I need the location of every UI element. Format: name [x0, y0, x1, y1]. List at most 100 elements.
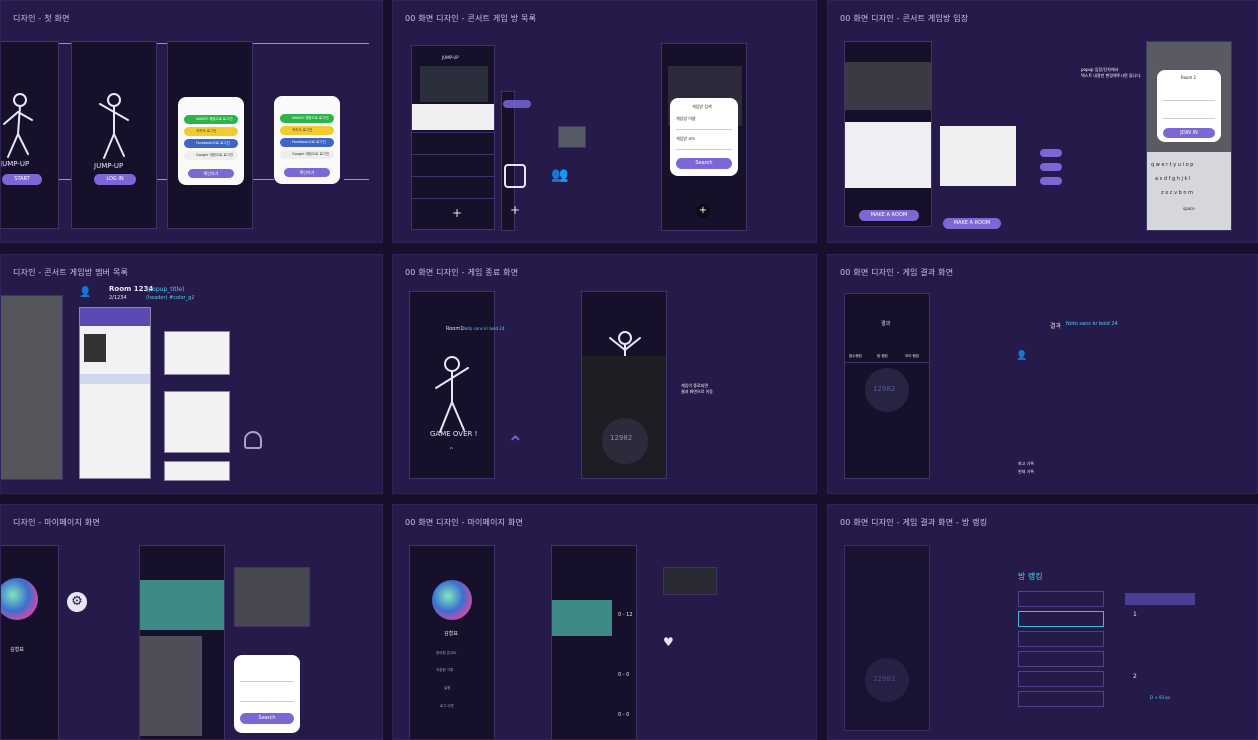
board-title: 디자인 - 첫 화면: [13, 14, 70, 23]
fab-add-icon[interactable]: +: [696, 204, 710, 218]
phone-member-dim: [1, 295, 63, 480]
font-note: Noto sans kr bold 24: [1066, 321, 1118, 327]
phone-saved-records: [139, 545, 225, 739]
user-name: 김형표: [444, 631, 458, 637]
code-input[interactable]: [1163, 112, 1215, 119]
avatar[interactable]: [432, 580, 472, 620]
tab-team-rank[interactable]: 팀 랭킹: [877, 354, 888, 359]
board-game-result: 00 화면 디자인 - 게임 결과 화면 결과 점수랭킹 팀 랭킹 모아 랭킹 …: [827, 254, 1258, 494]
board-title: 00 화면 디자인 - 마이페이지 화면: [405, 518, 524, 527]
heart-icon[interactable]: ♥: [663, 635, 674, 649]
input-2[interactable]: [240, 695, 294, 702]
make-room-button[interactable]: MAKE A ROOM: [859, 210, 919, 221]
tab-score-rank[interactable]: 점수랭킹: [849, 354, 862, 359]
menu-settings[interactable]: 설정: [444, 686, 450, 691]
kakao-login-button[interactable]: 카카오 로그인: [280, 126, 334, 135]
phone-mypage: 김형표: [1, 545, 59, 739]
phone-search-popup: 게임방 검색 게임방 이름 게임방 코드 Search +: [661, 43, 747, 231]
ranking-list: [1018, 589, 1104, 709]
room-code-label: 게임방 코드: [676, 136, 696, 141]
board-mypage-2: 00 화면 디자인 - 마이페이지 화면 김형표 참여한 콘서트 저장한 기록 …: [392, 504, 817, 740]
ranking-title: 방 랭킹: [1018, 572, 1043, 581]
room-code-input[interactable]: [676, 143, 732, 150]
room-input[interactable]: [1163, 94, 1215, 101]
group-icon[interactable]: 👥: [551, 167, 568, 183]
join-button[interactable]: JOIN IN: [1163, 128, 1215, 138]
toggle-switch[interactable]: [1040, 163, 1062, 171]
board-title: 디자인 - 마이페이지 화면: [13, 518, 100, 527]
board-members: 디자인 - 콘서트 게임방 멤버 목록 👤 Room 1234 (popup_t…: [0, 254, 383, 494]
phone-room-list: JUMP-UP +: [411, 45, 495, 230]
menu-logout[interactable]: 로그 아웃: [440, 704, 454, 709]
board-title: 00 화면 디자인 - 게임 종료 화면: [405, 268, 519, 277]
naver-login-button[interactable]: NAVER 계정으로 로그인: [184, 115, 238, 124]
google-login-button[interactable]: Google 계정으로 로그인: [184, 151, 238, 160]
menu-records[interactable]: 저장한 기록: [436, 668, 453, 673]
login-button[interactable]: LOG IN: [94, 174, 136, 185]
tab-moa-rank[interactable]: 모아 랭킹: [905, 354, 919, 359]
keyboard-row-2[interactable]: a s d f g h j k l: [1155, 176, 1190, 182]
google-login-button[interactable]: Google 계정으로 로그인: [280, 150, 334, 159]
toggle-switch[interactable]: [1040, 149, 1062, 157]
facebook-login-button[interactable]: Facebook으로 로그인: [184, 139, 238, 148]
input-1[interactable]: [240, 675, 294, 682]
chevron-up-icon-large[interactable]: ⌃: [507, 431, 524, 455]
room-label: Room1: [446, 326, 464, 332]
phone-game-result-preview: 12982: [581, 291, 667, 479]
login-card: NAVER 계정으로 로그인 카카오 로그인 Facebook으로 로그인 Go…: [274, 96, 340, 184]
confirm-button[interactable]: 확인하기: [188, 169, 234, 178]
search-button[interactable]: Search: [240, 713, 294, 724]
avatar[interactable]: [1, 578, 38, 620]
phone-mypage-2: 김형표 참여한 콘서트 저장한 기록 설정 로그 아웃: [409, 545, 495, 739]
start-button[interactable]: START: [2, 174, 42, 185]
keyboard-row-3[interactable]: z x c v b n m: [1161, 190, 1193, 196]
space-key[interactable]: space: [1183, 206, 1195, 211]
font-note: Noto sans kr bold 24: [463, 326, 505, 331]
header-title: JUMP-UP: [442, 55, 459, 60]
member-card-3: [164, 461, 230, 481]
board-title: 00 화면 디자인 - 콘서트 게임방 입장: [840, 14, 969, 23]
search-button[interactable]: Search: [676, 158, 732, 169]
make-room-button-2[interactable]: MAKE A ROOM: [943, 218, 1001, 229]
keyboard-row-1[interactable]: q w e r t y u i o p: [1151, 162, 1193, 168]
member-card-1: [164, 331, 230, 375]
record-score-3: 0 - 0: [618, 712, 630, 718]
chevron-up-icon[interactable]: ⌃: [448, 446, 455, 455]
menu-concerts[interactable]: 참여한 콘서트: [436, 651, 456, 656]
board-first-screen: 디자인 - 첫 화면 JUMP-UP START JUMP-UP LOG IN …: [0, 0, 383, 243]
board-title: 00 화면 디자인 - 게임 결과 화면: [840, 268, 954, 277]
user-icon[interactable]: [504, 164, 526, 188]
gear-icon[interactable]: ⚙: [67, 592, 87, 612]
phone-start: JUMP-UP START: [1, 41, 59, 229]
user-name: 김형표: [10, 647, 24, 653]
rank-entry-2: 2: [1133, 673, 1137, 680]
label-current: 현재 기록: [1018, 469, 1034, 474]
phone-room-enter: MAKE A ROOM: [844, 41, 932, 227]
phone-ranking: 12982: [844, 545, 930, 731]
room-name-label: 게임방 이름: [676, 116, 696, 121]
stick-figure: [99, 93, 129, 159]
keyboard[interactable]: q w e r t y u i o p a s d f g h j k l z …: [1147, 152, 1231, 230]
phone-social-login-2: NAVER 계정으로 로그인 카카오 로그인 Facebook으로 로그인 Go…: [274, 91, 344, 186]
result-title-callout: 결과: [1050, 323, 1062, 330]
board-room-enter: 00 화면 디자인 - 콘서트 게임방 입장 MAKE A ROOM MAKE …: [827, 0, 1258, 243]
search-popup: 게임방 검색 게임방 이름 게임방 코드 Search: [670, 98, 738, 176]
game-over-note: 게임이 종료되면 결과 화면으로 이동: [681, 383, 713, 394]
game-over-text: GAME OVER !: [430, 430, 478, 438]
room-name-input[interactable]: [676, 123, 732, 130]
room-card-mockup: [558, 126, 586, 148]
facebook-login-button[interactable]: Facebook으로 로그인: [280, 138, 334, 147]
board-title: 00 화면 디자인 - 게임 결과 화면 - 방 랭킹: [840, 518, 988, 527]
plus-icon[interactable]: +: [510, 203, 520, 217]
phone-social-login: NAVER 계정으로 로그인 카카오 로그인 Facebook으로 로그인 Go…: [167, 41, 253, 229]
naver-login-button[interactable]: NAVER 계정으로 로그인: [280, 114, 334, 123]
add-room-icon[interactable]: +: [452, 206, 462, 220]
kakao-login-button[interactable]: 카카오 로그인: [184, 127, 238, 136]
login-card: NAVER 계정으로 로그인 카카오 로그인 Facebook으로 로그인 Go…: [178, 97, 244, 185]
score-value: 12982: [873, 675, 896, 683]
join-popup: Room 1 JOIN IN: [1157, 70, 1221, 142]
confirm-button[interactable]: 확인하기: [284, 168, 330, 177]
rank-entry-1: 1: [1133, 611, 1137, 618]
toggle-switch[interactable]: [1040, 177, 1062, 185]
search-popup: Search: [234, 655, 300, 733]
